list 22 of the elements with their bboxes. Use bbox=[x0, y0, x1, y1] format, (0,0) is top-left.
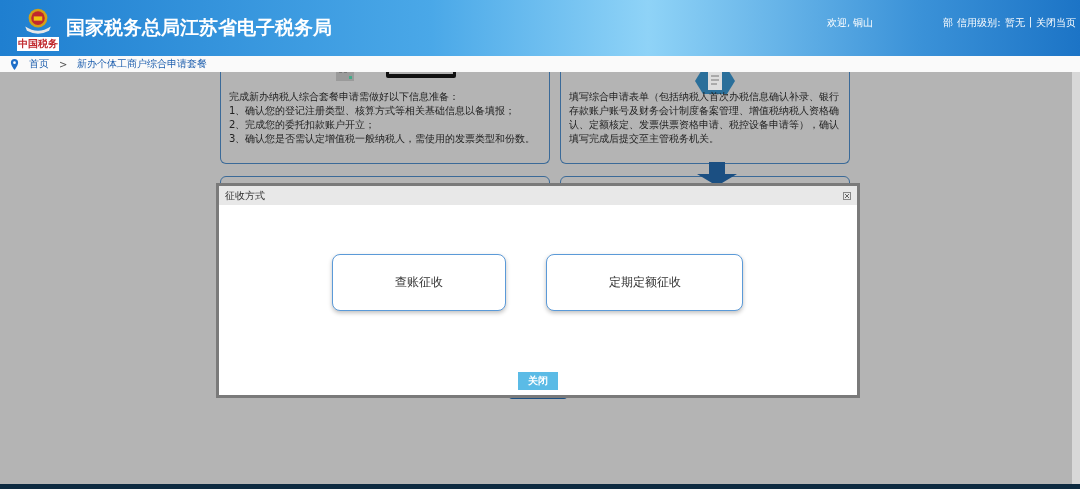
credit-value: 暂无 bbox=[1004, 16, 1025, 30]
breadcrumb-separator: > bbox=[59, 58, 68, 70]
breadcrumb-link[interactable]: 首页 bbox=[29, 57, 49, 71]
dialog-title: 征收方式 bbox=[225, 188, 265, 203]
step-text: 1、确认您的登记注册类型、核算方式等相关基础信息以备填报； bbox=[229, 104, 517, 118]
close-page-link[interactable]: 关闭当页 bbox=[1036, 16, 1076, 30]
credit-label: 信用级别: bbox=[957, 16, 1001, 30]
step-text: 2、完成您的委托扣款账户开立； bbox=[229, 118, 377, 132]
option-button[interactable]: 定期定额征收 bbox=[546, 254, 743, 311]
calculator-icon bbox=[334, 72, 356, 82]
site-title: 国家税务总局江苏省电子税务局 bbox=[66, 15, 332, 40]
breadcrumb-link[interactable]: 新办个体工商户综合申请套餐 bbox=[77, 57, 208, 71]
welcome-text: 欢迎, 铜山 bbox=[826, 16, 874, 30]
separator-text: | bbox=[1028, 16, 1032, 30]
step-text: 完成新办纳税人综合套餐申请需做好以下信息准备： bbox=[229, 90, 460, 104]
close-icon[interactable] bbox=[843, 191, 851, 200]
option-button[interactable]: 查账征收 bbox=[332, 254, 506, 311]
down-arrow-icon bbox=[697, 162, 737, 186]
step-text: 3、确认您是否需认定增值税一般纳税人，需使用的发票类型和份数。 bbox=[229, 132, 537, 146]
department-text: 部 bbox=[943, 16, 954, 30]
logo-caption: 中国税务 bbox=[17, 36, 59, 51]
step-text: 填写综合申请表单（包括纳税人首次办税信息确认补录、银行存款账户账号及财务会计制度备案管理、增值税纳税人资格确认、定额核定、发票供票资格申请、税控设备申请等），确认填写完成后提交至主管税务机关。 bbox=[569, 90, 840, 146]
